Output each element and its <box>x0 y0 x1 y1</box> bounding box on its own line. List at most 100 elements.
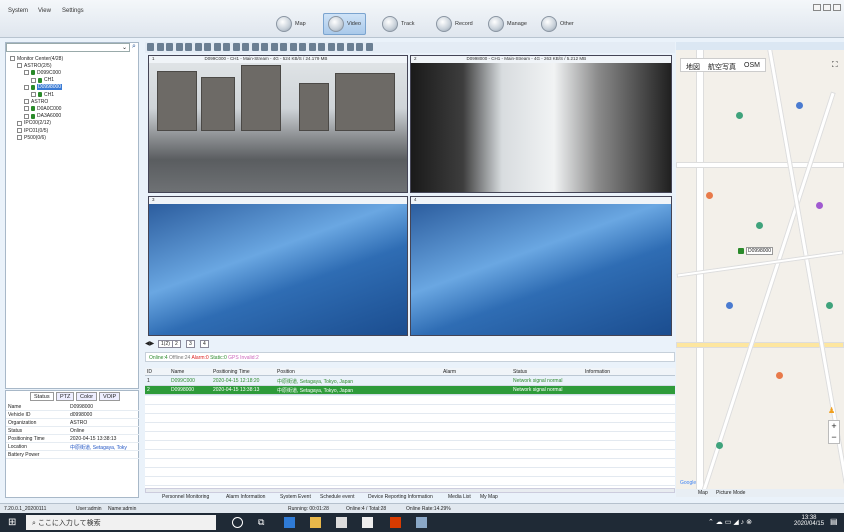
mail-icon[interactable] <box>362 517 373 528</box>
page-tab[interactable]: 2 <box>172 340 181 348</box>
toolbar-button[interactable] <box>194 43 202 51</box>
checkbox[interactable] <box>17 128 22 133</box>
checkbox[interactable] <box>24 113 29 119</box>
tree-node[interactable]: IPC00(2/12) <box>17 120 51 127</box>
toolbar-button[interactable] <box>261 43 268 51</box>
map-footer-tab-picture[interactable]: Picture Mode <box>716 490 745 496</box>
tree-node[interactable]: ASTRO <box>24 98 48 105</box>
edge-icon[interactable] <box>284 517 295 528</box>
map-tab-aerial[interactable]: 航空写真 <box>708 62 736 71</box>
checkbox[interactable] <box>17 135 22 141</box>
notification-icon[interactable]: ▤ <box>830 517 838 526</box>
tab-voip[interactable]: VOIP <box>99 392 121 401</box>
column-header[interactable]: Information <box>585 369 610 375</box>
toolbar-button[interactable] <box>232 43 240 51</box>
toolbar-button[interactable] <box>327 43 335 51</box>
group-combo[interactable]: ⌄ <box>6 43 130 52</box>
table-row[interactable]: 2 D0998000 2020-04-15 13:38:13 中原街道, Setaga… <box>145 386 675 395</box>
toolbar-button[interactable] <box>270 43 278 51</box>
nav-video-button[interactable]: Video <box>323 13 366 35</box>
checkbox[interactable] <box>10 56 15 61</box>
checkbox[interactable] <box>24 70 29 76</box>
tree-node[interactable]: CH1 <box>31 91 54 98</box>
toolbar-button[interactable] <box>356 43 363 51</box>
page-tab[interactable]: 4 <box>200 340 209 348</box>
checkbox[interactable] <box>31 92 36 97</box>
toolbar-button[interactable] <box>223 43 230 51</box>
toolbar-button[interactable] <box>147 43 154 51</box>
toolbar-button[interactable] <box>365 43 373 51</box>
bottom-tab[interactable]: Schedule event <box>320 494 354 502</box>
video-panel[interactable]: 3 <box>148 196 408 336</box>
prev-page-icon[interactable]: ◀▶ <box>145 340 154 347</box>
toolbar-button[interactable] <box>299 43 306 51</box>
toolbar-button[interactable] <box>213 43 221 51</box>
tab-ptz[interactable]: PTZ <box>56 392 75 401</box>
tab-color[interactable]: Color <box>76 392 98 401</box>
tree-node[interactable]: D099C000 <box>24 69 61 76</box>
tray-icons[interactable]: ⌃ ☁ ▭ ◢ ♪ ⊗ <box>708 518 752 526</box>
bottom-tab[interactable]: Alarm Information <box>226 494 265 502</box>
map-panel[interactable]: 地図 航空写真 OSM ⛶ D0998000 + − ♟ Google Map P… <box>676 42 844 497</box>
bottom-tab[interactable]: Device Reporting Information <box>368 494 433 502</box>
tree-node[interactable]: CH1 <box>31 77 54 84</box>
nav-map-button[interactable]: Map <box>272 13 310 35</box>
app-icon[interactable] <box>416 517 427 528</box>
checkbox[interactable] <box>17 120 22 126</box>
checkbox[interactable] <box>24 84 29 90</box>
minimize-icon[interactable] <box>813 4 821 11</box>
zoom-in-button[interactable]: + <box>831 421 836 431</box>
tree-node[interactable]: DA3A6000 <box>24 113 61 120</box>
menu-system[interactable]: System <box>8 8 28 14</box>
windows-start-icon[interactable]: ⊞ <box>8 517 19 528</box>
column-header[interactable]: Name <box>171 369 184 375</box>
page-tab[interactable]: 1(2) <box>158 340 173 348</box>
toolbar-button[interactable] <box>204 43 211 51</box>
tree-node[interactable]: Monitor Center(4/28) <box>10 55 63 62</box>
video-panel[interactable]: 4 <box>410 196 672 336</box>
search-icon[interactable]: ⌕ <box>132 43 136 51</box>
toolbar-button[interactable] <box>166 43 173 51</box>
toolbar-button[interactable] <box>289 43 297 51</box>
tab-status[interactable]: Status <box>30 392 54 401</box>
page-tab[interactable]: 3 <box>186 340 195 348</box>
task-view-icon[interactable]: ⧉ <box>258 517 269 528</box>
explorer-icon[interactable] <box>310 517 321 528</box>
tree-node[interactable]: D0A0C000 <box>24 105 61 112</box>
maximize-icon[interactable] <box>823 4 831 11</box>
column-header[interactable]: ID <box>147 369 152 375</box>
checkbox[interactable] <box>24 106 29 112</box>
toolbar-button[interactable] <box>251 43 259 51</box>
map-footer-tab-map[interactable]: Map <box>698 490 708 496</box>
nav-manage-button[interactable]: Manage <box>484 13 531 35</box>
tree-node[interactable]: ASTRO(2/5) <box>17 62 52 69</box>
checkbox[interactable] <box>31 77 36 83</box>
toolbar-button[interactable] <box>318 43 325 51</box>
zoom-out-button[interactable]: − <box>831 432 836 442</box>
toolbar-button[interactable] <box>242 43 249 51</box>
checkbox[interactable] <box>17 63 22 69</box>
nav-track-button[interactable]: Track <box>378 13 419 35</box>
horizontal-scrollbar[interactable] <box>145 488 675 493</box>
video-panel[interactable]: 1 D099C000 - CH1 - Main-Stream - 4G - 524… <box>148 55 408 193</box>
nav-record-button[interactable]: Record <box>432 13 477 35</box>
bottom-tab[interactable]: System Event <box>280 494 311 502</box>
toolbar-button[interactable] <box>156 43 164 51</box>
fullscreen-icon[interactable]: ⛶ <box>832 60 838 70</box>
bottom-tab[interactable]: Personnel Monitoring <box>162 494 209 502</box>
tree-node[interactable]: IPC01(0/5) <box>17 127 48 134</box>
column-header[interactable]: Position <box>277 369 295 375</box>
store-icon[interactable] <box>336 517 347 528</box>
bottom-tab[interactable]: Media List <box>448 494 471 502</box>
clock[interactable]: 13:38 2020/04/15 <box>794 515 824 527</box>
toolbar-button[interactable] <box>185 43 192 51</box>
map-tab-map[interactable]: 地図 <box>686 62 700 71</box>
table-row[interactable]: 1 D099C000 2020-04-15 12:18:20 中原街道, Setaga… <box>145 377 675 386</box>
toolbar-button[interactable] <box>337 43 344 51</box>
toolbar-button[interactable] <box>346 43 354 51</box>
tree-node[interactable]: D0998000 <box>24 84 63 91</box>
column-header[interactable]: Alarm <box>443 369 456 375</box>
street-view-icon[interactable]: ♟ <box>828 406 835 415</box>
bottom-tab[interactable]: My Map <box>480 494 498 502</box>
menu-settings[interactable]: Settings <box>62 8 84 14</box>
